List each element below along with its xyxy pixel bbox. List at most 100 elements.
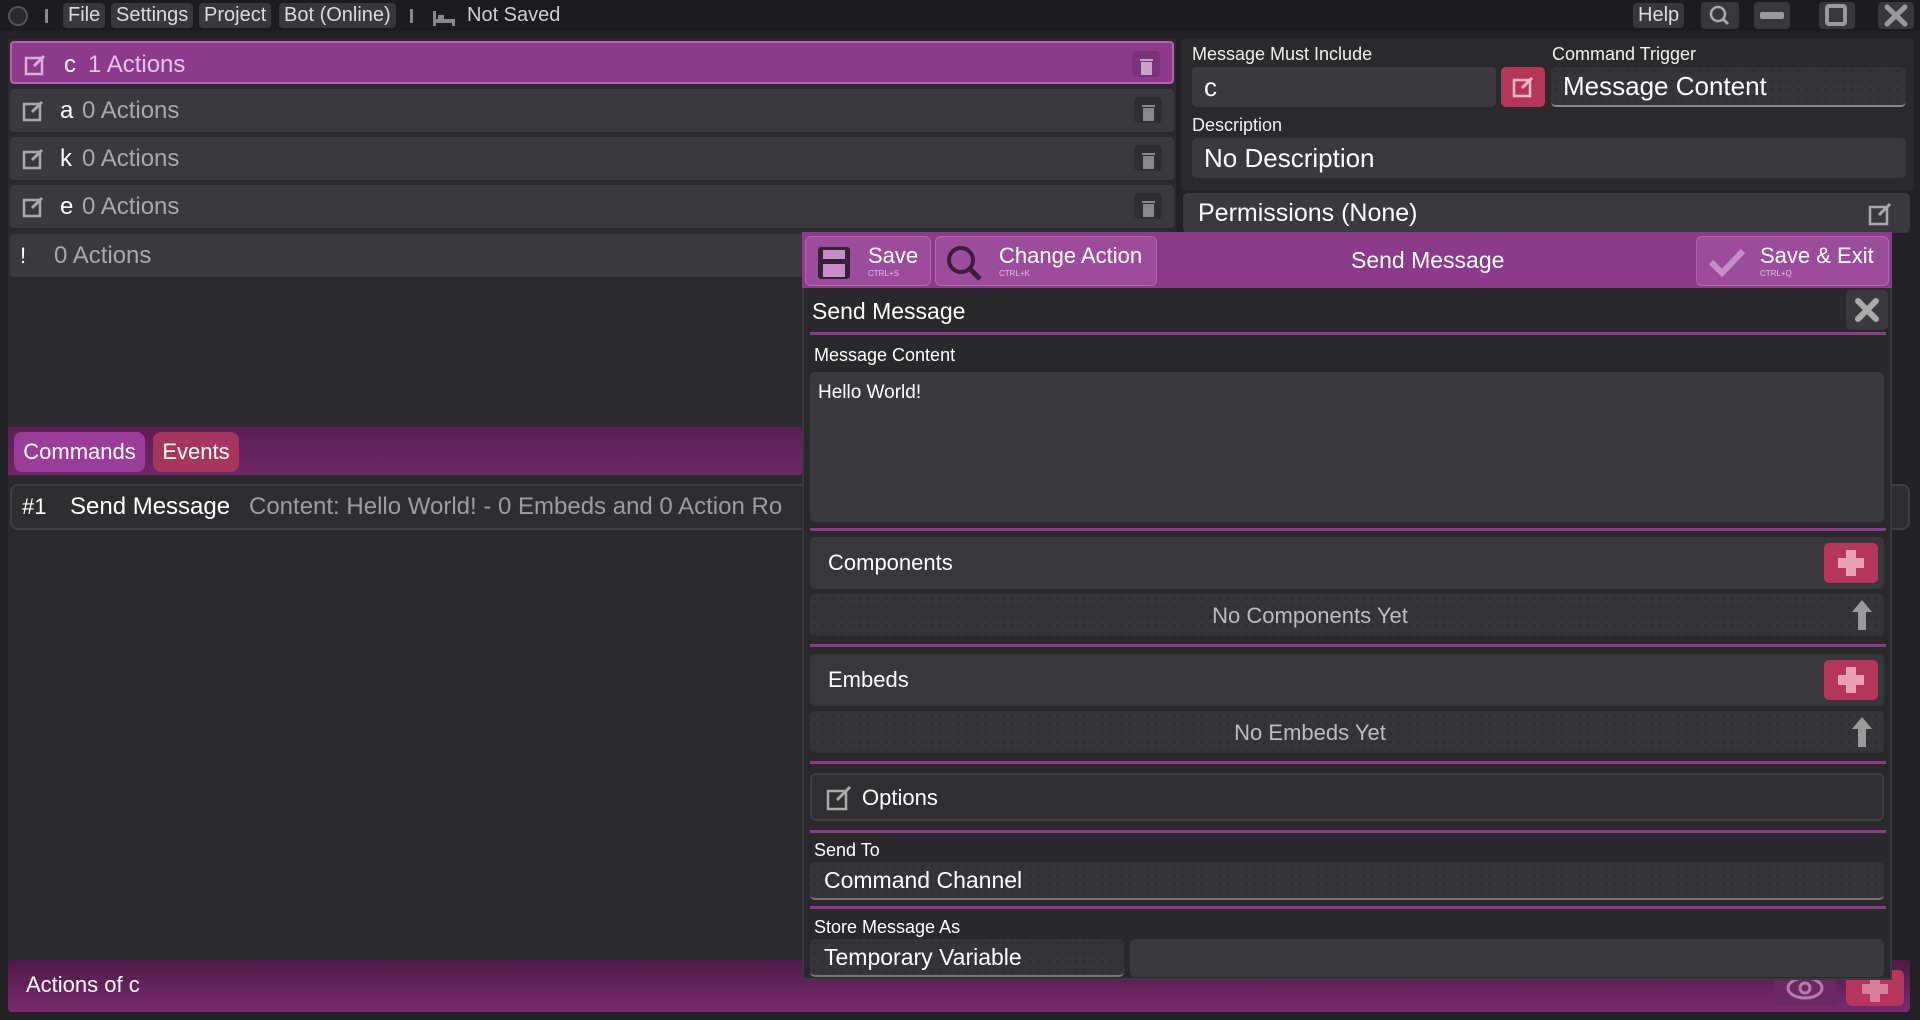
close-icon <box>1884 4 1908 27</box>
store-as-value: Temporary Variable <box>824 944 1022 970</box>
change-action-label: Change Action <box>999 243 1143 268</box>
delete-command-button[interactable] <box>1134 145 1162 171</box>
save-status: Not Saved <box>467 4 561 26</box>
send-to-label: Send To <box>814 840 880 860</box>
components-empty-text: No Components Yet <box>1212 603 1408 628</box>
action-count: 1 Actions <box>88 51 186 78</box>
store-as-select[interactable]: Temporary Variable <box>810 939 1124 977</box>
action-title: Send Message <box>812 298 966 324</box>
maximize-icon <box>1825 4 1847 26</box>
command-item-c[interactable]: c 1 Actions <box>10 41 1174 84</box>
save-label: Save <box>868 243 919 268</box>
permissions-bar[interactable]: Permissions (None) <box>1183 193 1910 233</box>
search-icon <box>947 246 982 281</box>
embeds-empty-text: No Embeds Yet <box>1234 720 1386 745</box>
action-count: 0 Actions <box>82 97 180 124</box>
edit-icon <box>826 785 852 811</box>
embeds-section-header: Embeds <box>810 654 1884 706</box>
options-label: Options <box>862 785 938 810</box>
tab-commands[interactable]: Commands <box>14 432 145 472</box>
help-button[interactable]: Help <box>1633 3 1685 28</box>
add-embed-button[interactable] <box>1824 660 1878 700</box>
edit-trigger-button[interactable] <box>1501 67 1545 107</box>
action-index: #1 <box>22 494 47 519</box>
command-name: ! <box>20 243 27 268</box>
embeds-list: No Embeds Yet <box>810 711 1884 753</box>
divider <box>810 644 1886 647</box>
delete-command-button[interactable] <box>1132 51 1160 77</box>
change-action-shortcut: CTRL+K <box>999 269 1030 278</box>
menu-separator <box>45 9 48 23</box>
add-component-button[interactable] <box>1824 543 1878 583</box>
menu-bot[interactable]: Bot (Online) <box>279 3 396 28</box>
edit-icon[interactable] <box>24 54 46 76</box>
save-exit-label: Save & Exit <box>1760 243 1874 268</box>
edit-icon[interactable] <box>22 100 44 122</box>
action-count: 0 Actions <box>82 145 180 172</box>
components-list: No Components Yet <box>810 594 1884 636</box>
description-label: Description <box>1192 115 1283 135</box>
trash-icon <box>1142 105 1155 121</box>
command-name: c <box>64 51 76 78</box>
embeds-label: Embeds <box>828 667 909 692</box>
action-count: 0 Actions <box>54 242 152 269</box>
send-to-select[interactable]: Command Channel <box>810 862 1884 900</box>
menu-project[interactable]: Project <box>199 3 272 28</box>
edit-icon[interactable] <box>22 148 44 170</box>
close-icon <box>1855 298 1879 322</box>
permissions-label: Permissions (None) <box>1198 199 1418 227</box>
command-trigger-select[interactable]: Message Content <box>1551 67 1906 107</box>
floppy-disk-icon <box>818 247 850 279</box>
action-count: 0 Actions <box>82 193 180 220</box>
change-action-button[interactable]: Change Action CTRL+K <box>935 236 1157 286</box>
search-button[interactable] <box>1701 2 1739 29</box>
trash-icon <box>1140 59 1153 75</box>
save-button[interactable]: Save CTRL+S <box>805 236 931 286</box>
editor-title: Send Message <box>1351 247 1505 273</box>
menu-file[interactable]: File <box>63 3 106 28</box>
save-exit-shortcut: CTRL+Q <box>1760 269 1792 278</box>
action-summary: Content: Hello World! - 0 Embeds and 0 A… <box>249 493 783 520</box>
menu-settings[interactable]: Settings <box>111 3 194 28</box>
checkmark-icon <box>1708 248 1746 278</box>
edit-icon[interactable] <box>22 196 44 218</box>
command-name: k <box>60 145 72 172</box>
command-item-e[interactable]: e 0 Actions <box>10 185 1174 228</box>
must-include-label: Message Must Include <box>1192 44 1373 64</box>
tab-events[interactable]: Events <box>153 432 239 472</box>
footer-title: Actions of c <box>26 972 140 997</box>
arrow-up-icon[interactable] <box>1850 715 1874 749</box>
edit-icon <box>1512 76 1534 98</box>
delete-command-button[interactable] <box>1134 97 1162 123</box>
action-name: Send Message <box>70 493 231 520</box>
options-button[interactable]: Options <box>810 773 1884 821</box>
search-icon <box>1709 5 1730 26</box>
command-item-k[interactable]: k 0 Actions <box>10 137 1174 180</box>
send-to-value: Command Channel <box>824 867 1023 893</box>
save-and-exit-button[interactable]: Save & Exit CTRL+Q <box>1696 236 1889 286</box>
message-content-label: Message Content <box>814 345 956 365</box>
divider <box>810 830 1886 833</box>
plus-icon <box>1838 667 1864 693</box>
maximize-button[interactable] <box>1819 2 1855 29</box>
components-section-header: Components <box>810 537 1884 589</box>
minimize-icon <box>1760 12 1784 19</box>
close-window-button[interactable] <box>1878 2 1914 29</box>
description-input[interactable]: No Description <box>1192 138 1906 178</box>
trash-icon <box>1142 201 1155 217</box>
edit-icon[interactable] <box>1868 202 1892 226</box>
app-logo-icon <box>8 6 28 26</box>
store-as-label: Store Message As <box>814 917 961 937</box>
title-bar: File Settings Project Bot (Online) Not S… <box>0 0 1920 31</box>
trash-icon <box>1142 153 1155 169</box>
delete-command-button[interactable] <box>1134 193 1162 219</box>
divider <box>810 332 1886 335</box>
message-content-textarea[interactable]: Hello World! <box>810 372 1884 522</box>
variable-name-input[interactable] <box>1130 939 1884 977</box>
plus-icon <box>1838 550 1864 576</box>
must-include-input[interactable]: c <box>1192 67 1496 107</box>
minimize-button[interactable] <box>1754 2 1790 29</box>
arrow-up-icon[interactable] <box>1850 598 1874 632</box>
command-item-a[interactable]: a 0 Actions <box>10 89 1174 132</box>
close-editor-button[interactable] <box>1846 290 1888 330</box>
